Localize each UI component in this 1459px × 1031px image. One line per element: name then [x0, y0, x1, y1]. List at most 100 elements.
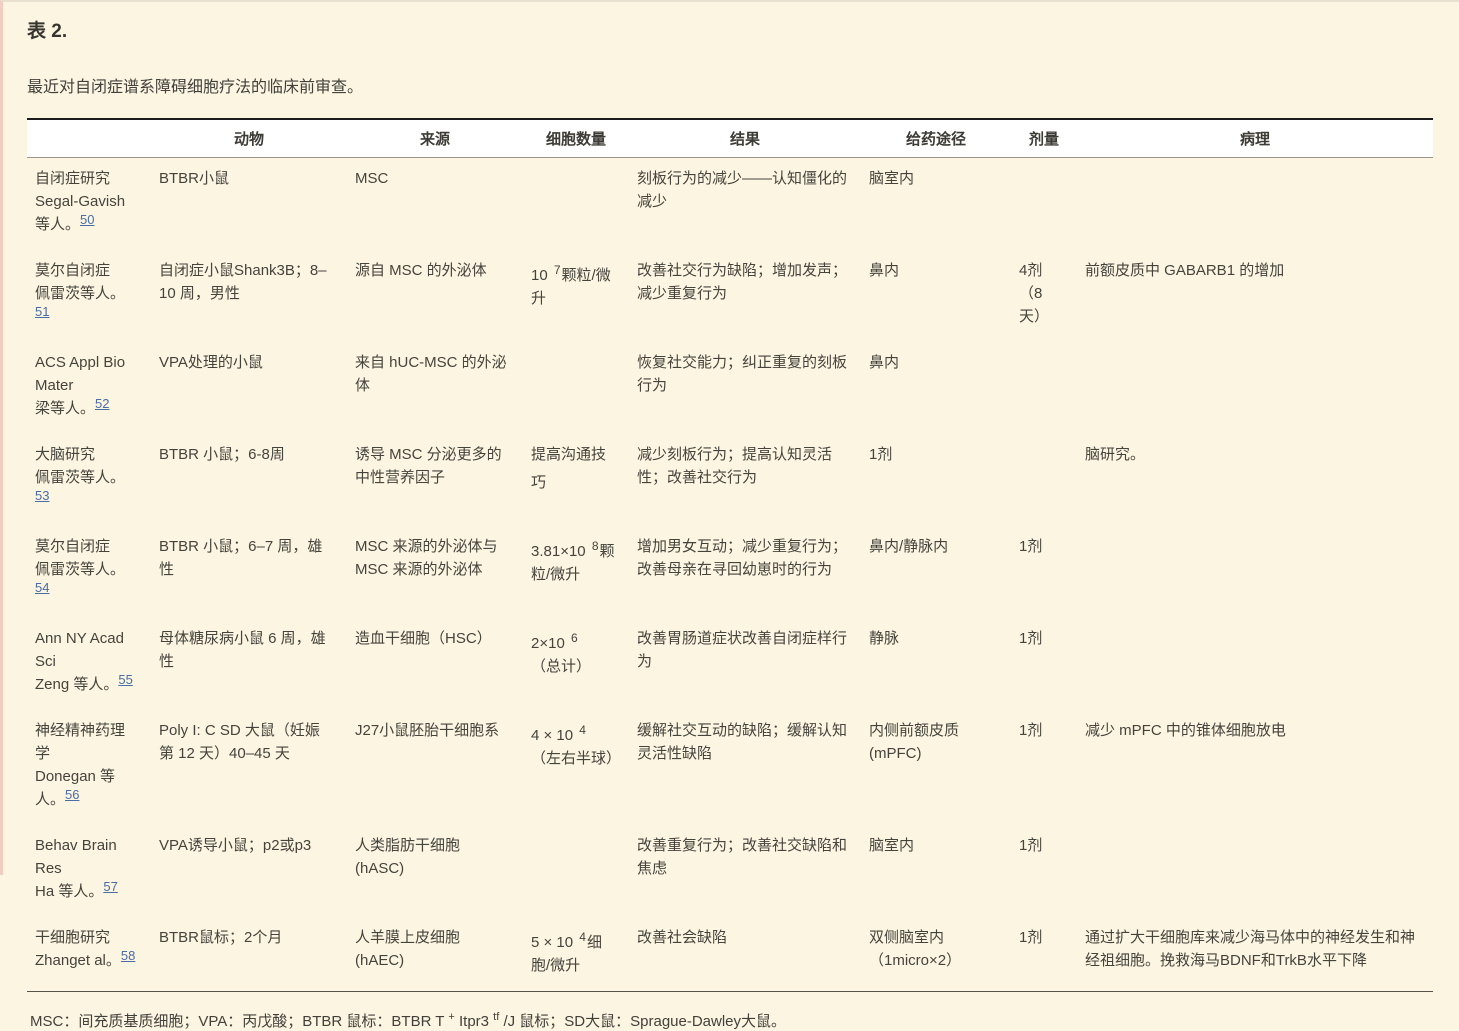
animal-text: BTBR小鼠: [159, 170, 229, 187]
cell-animal: 自闭症小鼠Shank3B；8–10 周，男性: [151, 250, 347, 342]
cell-study: 莫尔自闭症 佩雷茨等人。 54: [27, 526, 151, 618]
cell-results: 增加男女互动；减少重复行为；改善母亲在寻回幼崽时的行为: [629, 526, 861, 618]
cell-pathology: [1077, 618, 1433, 710]
cell-results: 改善社会缺陷: [629, 917, 861, 992]
source-text: J27小鼠胚胎干细胞系: [355, 722, 499, 739]
study-name: 大脑研究 佩雷茨等人。: [35, 446, 125, 486]
preclinical-review-table: 动物 来源 细胞数量 结果 给药途径 剂量 病理 自闭症研究 Segal-Gav…: [27, 118, 1433, 992]
column-header-dose: 剂量: [1011, 119, 1077, 158]
animal-text: BTBR 小鼠；6–7 周，雄性: [159, 538, 322, 578]
route-text: 内侧前额皮质 (mPFC): [869, 722, 959, 762]
cell-source: 源自 MSC 的外泌体: [347, 250, 523, 342]
cell-route: 1剂: [861, 434, 1011, 526]
route-text: 静脉: [869, 630, 899, 647]
cell-source: 来自 hUC-MSC 的外泌体: [347, 342, 523, 434]
cell-source: 造血干细胞（HSC）: [347, 618, 523, 710]
cell-route: 静脉: [861, 618, 1011, 710]
route-text: 1剂: [869, 446, 892, 463]
cell-pathology: 通过扩大干细胞库来减少海马体中的神经发生和神经祖细胞。挽救海马BDNF和TrkB…: [1077, 917, 1433, 992]
cell-results: 减少刻板行为；提高认知灵活性；改善社交行为: [629, 434, 861, 526]
cell-source: MSC 来源的外泌体与MSC 来源的外泌体: [347, 526, 523, 618]
cell-count-exponent: 7: [554, 263, 561, 277]
reference-link[interactable]: 51: [35, 304, 49, 319]
source-text: 诱导 MSC 分泌更多的中性营养因子: [355, 446, 502, 486]
column-header-cell-count: 细胞数量: [523, 119, 629, 158]
column-header-results: 结果: [629, 119, 861, 158]
cell-route: 内侧前额皮质 (mPFC): [861, 710, 1011, 825]
cell-dose: [1011, 434, 1077, 526]
reference-link[interactable]: 58: [121, 948, 135, 963]
source-text: MSC: [355, 170, 388, 187]
cell-count-exponent: 8: [592, 539, 599, 553]
cell-pathology: 前额皮质中 GABARB1 的增加: [1077, 250, 1433, 342]
results-text: 改善社会缺陷: [637, 929, 727, 946]
column-header-pathology: 病理: [1077, 119, 1433, 158]
cell-cell-count: 4 × 10 4 （左右半球）: [523, 710, 629, 825]
footnote-text: Itpr3: [455, 1013, 493, 1030]
cell-count-base: 10: [531, 267, 552, 284]
cell-study: 莫尔自闭症 佩雷茨等人。 51: [27, 250, 151, 342]
cell-dose: 1剂: [1011, 618, 1077, 710]
cell-dose: [1011, 158, 1077, 251]
route-text: 鼻内: [869, 262, 899, 279]
article-table-section: 表 2. 最近对自闭症谱系障碍细胞疗法的临床前审查。 动物 来源 细胞数量 结果…: [3, 2, 1459, 1031]
cell-cell-count: [523, 825, 629, 917]
cell-study: Behav Brain Res Ha 等人。57: [27, 825, 151, 917]
reference-link[interactable]: 50: [80, 212, 94, 227]
pathology-text: 脑研究。: [1085, 446, 1145, 463]
cell-dose: 1剂: [1011, 710, 1077, 825]
cell-route: 双侧脑室内 （1micro×2）: [861, 917, 1011, 992]
source-text: 造血干细胞（HSC）: [355, 630, 492, 647]
cell-study: Ann NY Acad Sci Zeng 等人。55: [27, 618, 151, 710]
route-text: 脑室内: [869, 837, 914, 854]
animal-text: 自闭症小鼠Shank3B；8–10 周，男性: [159, 262, 327, 302]
cell-pathology: [1077, 825, 1433, 917]
cell-count-base: 2×10: [531, 635, 569, 652]
cell-count-exponent: 4: [579, 930, 586, 944]
cell-animal: BTBR 小鼠；6–7 周，雄性: [151, 526, 347, 618]
study-name: Ann NY Acad Sci Zeng 等人。: [35, 630, 124, 693]
cell-results: 恢复社交能力；纠正重复的刻板行为: [629, 342, 861, 434]
cell-study: 自闭症研究 Segal-Gavish 等人。50: [27, 158, 151, 251]
study-name: 莫尔自闭症 佩雷茨等人。: [35, 262, 125, 302]
cell-pathology: 脑研究。: [1077, 434, 1433, 526]
cell-route: 鼻内: [861, 250, 1011, 342]
reference-link[interactable]: 53: [35, 488, 49, 503]
results-text: 减少刻板行为；提高认知灵活性；改善社交行为: [637, 446, 832, 486]
cell-animal: BTBR 小鼠；6-8周: [151, 434, 347, 526]
cell-cell-count: 5 × 10 4细胞/微升: [523, 917, 629, 992]
cell-route: 脑室内: [861, 158, 1011, 251]
cell-cell-count: 3.81×10 8颗粒/微升: [523, 526, 629, 618]
cell-route: 脑室内: [861, 825, 1011, 917]
reference-link[interactable]: 52: [95, 396, 109, 411]
cell-animal: VPA诱导小鼠；p2或p3: [151, 825, 347, 917]
cell-study: 干细胞研究 Zhanget al。58: [27, 917, 151, 992]
cell-cell-count: 2×10 6 （总计）: [523, 618, 629, 710]
cell-source: 人类脂肪干细胞 (hASC): [347, 825, 523, 917]
reference-link[interactable]: 56: [65, 787, 79, 802]
cell-route: 鼻内/静脉内: [861, 526, 1011, 618]
cell-dose: 1剂: [1011, 917, 1077, 992]
results-text: 改善社交行为缺陷；增加发声；减少重复行为: [637, 262, 847, 302]
cell-count-base: 4 × 10: [531, 727, 577, 744]
reference-link[interactable]: 55: [118, 672, 132, 687]
cell-source: 诱导 MSC 分泌更多的中性营养因子: [347, 434, 523, 526]
cell-animal: Poly I: C SD 大鼠（妊娠第 12 天）40–45 天: [151, 710, 347, 825]
cell-pathology: 减少 mPFC 中的锥体细胞放电: [1077, 710, 1433, 825]
study-name: 神经精神药理学 Donegan 等 人。: [35, 722, 125, 808]
reference-link[interactable]: 57: [103, 879, 117, 894]
cell-animal: VPA处理的小鼠: [151, 342, 347, 434]
cell-animal: 母体糖尿病小鼠 6 周，雄性: [151, 618, 347, 710]
cell-dose: 1剂: [1011, 526, 1077, 618]
dose-text: 1剂: [1019, 538, 1042, 555]
table-row: ACS Appl Bio Mater 梁等人。52VPA处理的小鼠来自 hUC-…: [27, 342, 1433, 434]
reference-link[interactable]: 54: [35, 580, 49, 595]
table-row: 大脑研究 佩雷茨等人。 53 BTBR 小鼠；6-8周诱导 MSC 分泌更多的中性…: [27, 434, 1433, 526]
table-footnote: MSC：间充质基质细胞；VPA：丙戊酸；BTBR 鼠标：BTBR T + Itp…: [30, 1010, 1435, 1031]
cell-results: 缓解社交互动的缺陷；缓解认知灵活性缺陷: [629, 710, 861, 825]
cell-count-exponent: 6: [571, 631, 578, 645]
route-text: 鼻内/静脉内: [869, 538, 948, 555]
source-text: 源自 MSC 的外泌体: [355, 262, 487, 279]
table-row: 莫尔自闭症 佩雷茨等人。 51自闭症小鼠Shank3B；8–10 周，男性源自 …: [27, 250, 1433, 342]
footnote-text: /J 鼠标；SD大鼠：Sprague-Dawley大鼠。: [499, 1013, 786, 1030]
